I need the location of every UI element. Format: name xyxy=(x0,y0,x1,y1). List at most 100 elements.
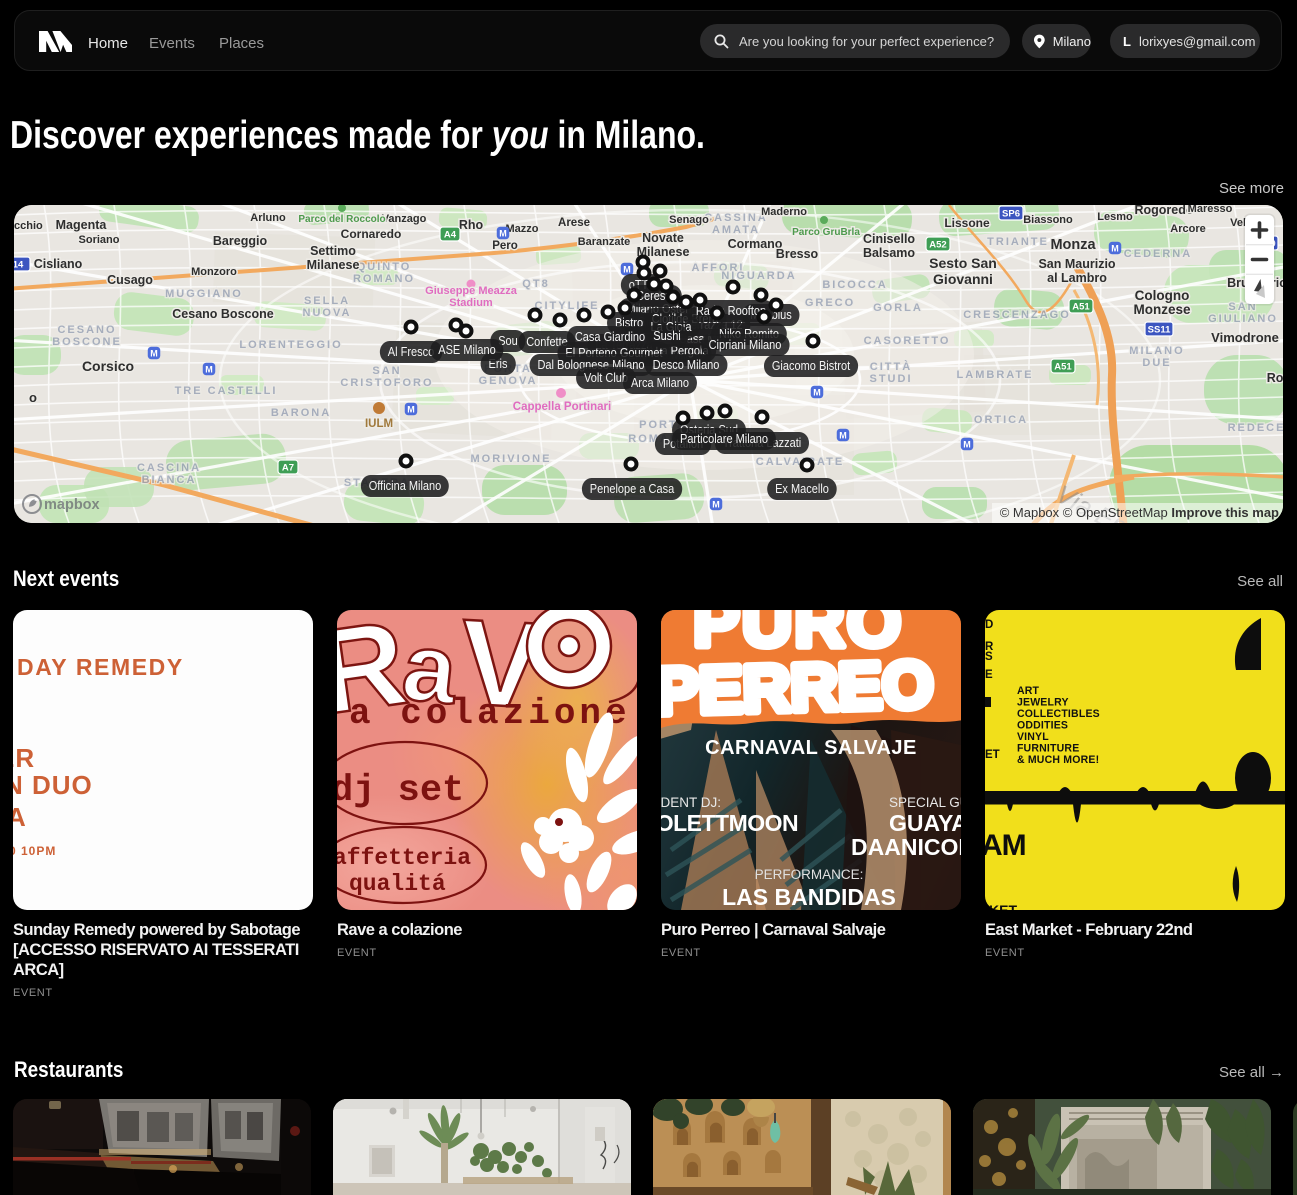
svg-text:Maresso: Maresso xyxy=(1188,205,1233,215)
svg-text:Soriano: Soriano xyxy=(79,234,120,246)
svg-text:Corsico: Corsico xyxy=(82,358,134,374)
svg-text:LORENTEGGIO: LORENTEGGIO xyxy=(239,339,342,351)
svg-text:BOSCONE: BOSCONE xyxy=(52,336,122,348)
svg-text:M: M xyxy=(963,440,971,450)
svg-text:PERREO: PERREO xyxy=(661,647,934,728)
svg-text:Parco GruBrla: Parco GruBrla xyxy=(792,227,860,238)
svg-text:Cormano: Cormano xyxy=(728,237,783,251)
svg-text:Senago: Senago xyxy=(669,214,709,226)
svg-text:Rodano: Rodano xyxy=(1267,371,1283,385)
svg-text:GENOVA: GENOVA xyxy=(479,375,538,387)
svg-text:A52: A52 xyxy=(929,240,946,251)
svg-text:A4: A4 xyxy=(444,230,457,241)
svg-text:BICOCCA: BICOCCA xyxy=(822,279,887,291)
svg-text:Cusago: Cusago xyxy=(107,273,153,287)
svg-text:M: M xyxy=(839,431,847,441)
svg-text:AM: AM xyxy=(985,829,1026,862)
svg-text:Giuseppe Meazza: Giuseppe Meazza xyxy=(425,285,518,297)
svg-text:Cologno: Cologno xyxy=(1135,288,1190,303)
svg-text:Monzoro: Monzoro xyxy=(191,266,237,278)
svg-text:Cinisello: Cinisello xyxy=(863,232,915,246)
svg-text:M: M xyxy=(205,365,213,375)
svg-text:MILANO: MILANO xyxy=(1129,345,1184,357)
svg-text:E: E xyxy=(985,669,993,681)
svg-text:Sesto San: Sesto San xyxy=(929,255,997,271)
svg-text:GRECO: GRECO xyxy=(805,297,855,309)
svg-text:A51: A51 xyxy=(1072,302,1090,313)
svg-text:Cesano Boscone: Cesano Boscone xyxy=(172,307,273,321)
svg-text:BARONA: BARONA xyxy=(271,407,331,419)
svg-text:Rogoredo: Rogoredo xyxy=(1134,205,1193,217)
svg-text:Cornaredo: Cornaredo xyxy=(341,227,402,241)
svg-text:CRESCENZAGO: CRESCENZAGO xyxy=(963,309,1071,321)
svg-text:Arcore: Arcore xyxy=(1170,223,1205,235)
svg-text:CESANO: CESANO xyxy=(57,324,116,336)
svg-text:ET: ET xyxy=(985,749,1000,761)
svg-text:M: M xyxy=(150,349,158,359)
svg-text:GUAYABA: GUAYABA xyxy=(889,810,961,836)
svg-text:M: M xyxy=(712,500,720,510)
svg-text:REDECESIO: REDECESIO xyxy=(1228,422,1283,434)
svg-text:MUGGIANO: MUGGIANO xyxy=(165,288,243,300)
svg-text:LAMBRATE: LAMBRATE xyxy=(957,369,1034,381)
svg-text:MORIVIONE: MORIVIONE xyxy=(471,453,552,465)
svg-text:Monza: Monza xyxy=(1050,237,1096,253)
svg-text:GORLA: GORLA xyxy=(873,302,923,314)
svg-text:Stadium: Stadium xyxy=(449,297,493,309)
svg-text:Cappella Portinari: Cappella Portinari xyxy=(513,401,611,413)
svg-text:al Lambro: al Lambro xyxy=(1047,271,1107,285)
svg-text:Vimodrone: Vimodrone xyxy=(1211,330,1279,345)
svg-text:Baranzate: Baranzate xyxy=(578,236,631,248)
svg-text:PERFORMANCE:: PERFORMANCE: xyxy=(755,867,864,882)
svg-text:ROMANO: ROMANO xyxy=(353,273,415,285)
svg-text:M: M xyxy=(623,265,631,275)
svg-text:Pero: Pero xyxy=(492,240,518,252)
svg-text:TRIANTE: TRIANTE xyxy=(987,236,1049,248)
svg-text:ORTICA: ORTICA xyxy=(974,414,1028,426)
svg-text:D: D xyxy=(985,619,993,631)
svg-text:Settimo: Settimo xyxy=(310,244,356,258)
svg-text:& MUCH MORE!: & MUCH MORE! xyxy=(1017,754,1099,766)
svg-text:SAN: SAN xyxy=(372,365,401,377)
svg-text:affetteria: affetteria xyxy=(337,845,471,871)
svg-text:CASSINA: CASSINA xyxy=(704,212,768,224)
svg-text:Maderno: Maderno xyxy=(761,206,807,218)
svg-text:Mazzo: Mazzo xyxy=(506,223,539,235)
svg-text:SP6: SP6 xyxy=(1002,209,1020,220)
svg-text:CEDERNA: CEDERNA xyxy=(1124,248,1192,260)
svg-text:A51: A51 xyxy=(1054,362,1072,373)
svg-text:IULM: IULM xyxy=(365,418,393,430)
svg-text:TRE CASTELLI: TRE CASTELLI xyxy=(175,385,278,397)
svg-text:CASORETTO: CASORETTO xyxy=(864,335,951,347)
svg-text:CRISTOFORO: CRISTOFORO xyxy=(340,377,433,389)
svg-text:14: 14 xyxy=(14,260,24,271)
svg-text:Milanese: Milanese xyxy=(307,258,360,272)
svg-text:NUOVA: NUOVA xyxy=(303,307,352,319)
svg-text:Cisliano: Cisliano xyxy=(34,257,83,271)
svg-text:QUINTO: QUINTO xyxy=(357,261,412,273)
svg-text:M: M xyxy=(1111,244,1119,254)
svg-text:LAS BANDIDAS: LAS BANDIDAS xyxy=(722,884,896,910)
svg-text:Magenta: Magenta xyxy=(56,218,108,232)
svg-text:AMATA: AMATA xyxy=(712,224,760,236)
svg-text:Rho: Rho xyxy=(459,218,484,232)
svg-text:Bresso: Bresso xyxy=(776,247,819,261)
svg-text:a colazione: a colazione xyxy=(349,693,631,734)
svg-text:S: S xyxy=(985,651,993,663)
svg-text:mapbox: mapbox xyxy=(44,497,100,513)
svg-text:CARNAVAL SALVAJE: CARNAVAL SALVAJE xyxy=(705,737,917,759)
svg-text:cchio: cchio xyxy=(14,220,43,232)
svg-text:CASCINA: CASCINA xyxy=(137,462,201,474)
svg-text:A7: A7 xyxy=(282,463,294,474)
svg-text:Parco del Roccolo: Parco del Roccolo xyxy=(298,214,385,225)
svg-text:dj set: dj set xyxy=(337,770,464,812)
svg-text:RESIDENT DJ:: RESIDENT DJ: xyxy=(661,795,721,810)
svg-text:SS11: SS11 xyxy=(1148,325,1171,336)
svg-text:CITTÀ: CITTÀ xyxy=(870,360,912,373)
svg-text:DUE: DUE xyxy=(1142,357,1171,369)
svg-text:Bareggio: Bareggio xyxy=(213,234,268,248)
svg-text:Arluno: Arluno xyxy=(250,212,286,224)
svg-text:GIULIANO: GIULIANO xyxy=(1208,313,1278,325)
svg-text:SELLA: SELLA xyxy=(304,295,350,307)
svg-text:San Maurizio: San Maurizio xyxy=(1038,257,1115,271)
